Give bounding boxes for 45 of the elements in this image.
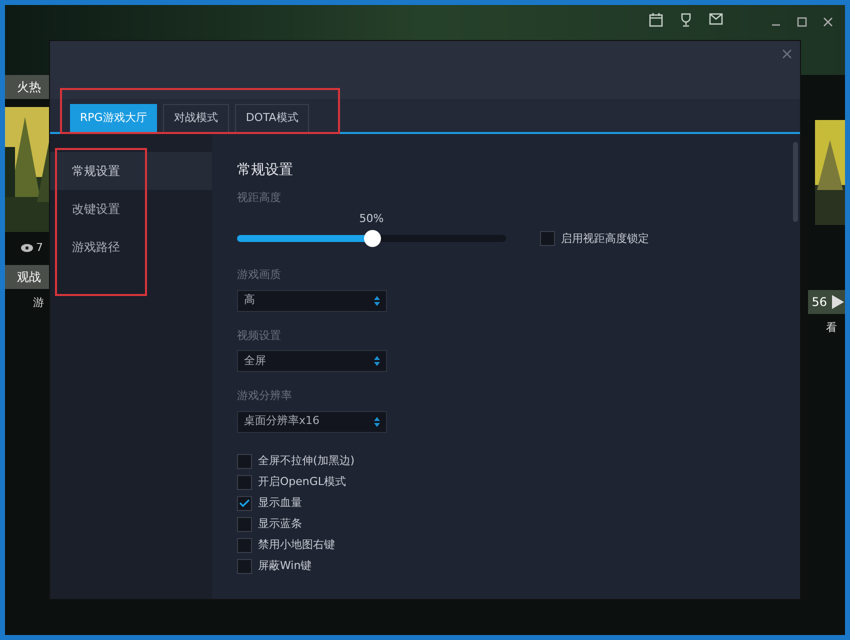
view-count: 7 <box>36 240 43 256</box>
trophy-icon[interactable] <box>679 13 693 27</box>
slider-thumb[interactable] <box>364 230 380 247</box>
field-label: 视频设置 <box>237 328 282 344</box>
checkbox[interactable] <box>540 231 555 246</box>
checkbox-label: 禁用小地图右键 <box>258 536 335 553</box>
checkbox[interactable] <box>237 516 252 532</box>
checkbox-label: 显示蓝条 <box>258 516 302 532</box>
sidebar-item[interactable]: 常规设置 <box>50 152 212 190</box>
scrollbar[interactable] <box>792 142 798 222</box>
play-icon[interactable] <box>831 295 845 309</box>
dropdown[interactable]: 高 <box>237 290 387 312</box>
sidebar-item[interactable]: 改键设置 <box>50 190 212 228</box>
spinner-arrows-icon <box>374 296 380 306</box>
eye-icon <box>21 244 33 252</box>
dropdown[interactable]: 桌面分辨率x16 <box>237 410 387 432</box>
checkbox[interactable] <box>237 558 252 574</box>
checkbox-label: 显示血量 <box>258 494 302 511</box>
checkbox[interactable] <box>237 538 252 552</box>
count-label: 56 <box>812 294 827 311</box>
checkbox[interactable] <box>237 474 252 490</box>
dropdown[interactable]: 全屏 <box>237 350 387 372</box>
mail-icon[interactable] <box>709 13 723 25</box>
field-label: 视距高度 <box>237 190 282 206</box>
tab[interactable]: 对战模式 <box>162 104 229 132</box>
sidebar-item[interactable]: 游戏路径 <box>50 228 212 266</box>
tab[interactable]: DOTA模式 <box>234 104 310 132</box>
spinner-arrows-icon <box>374 356 380 366</box>
close-icon[interactable] <box>782 49 792 59</box>
calendar-icon[interactable] <box>649 13 663 27</box>
checkbox[interactable] <box>237 454 252 468</box>
field-label: 游戏分辨率 <box>237 388 293 404</box>
list-row-text: 游 <box>32 295 45 311</box>
spinner-arrows-icon <box>374 416 380 426</box>
checkbox[interactable] <box>237 496 252 510</box>
checkbox-label: 全屏不拉伸(加黑边) <box>258 452 355 469</box>
slider-reading: 50% <box>359 210 384 227</box>
checkbox-label: 屏蔽Win键 <box>258 558 312 574</box>
list-row-text: 看 <box>826 320 838 336</box>
field-label: 游戏画质 <box>237 267 282 283</box>
checkbox-label: 开启OpenGL模式 <box>258 474 346 490</box>
checkbox-label: 启用视距高度锁定 <box>561 230 649 246</box>
close-icon[interactable] <box>823 17 833 27</box>
section-title: 常规设置 <box>237 162 294 178</box>
maximize-icon[interactable] <box>797 17 807 27</box>
